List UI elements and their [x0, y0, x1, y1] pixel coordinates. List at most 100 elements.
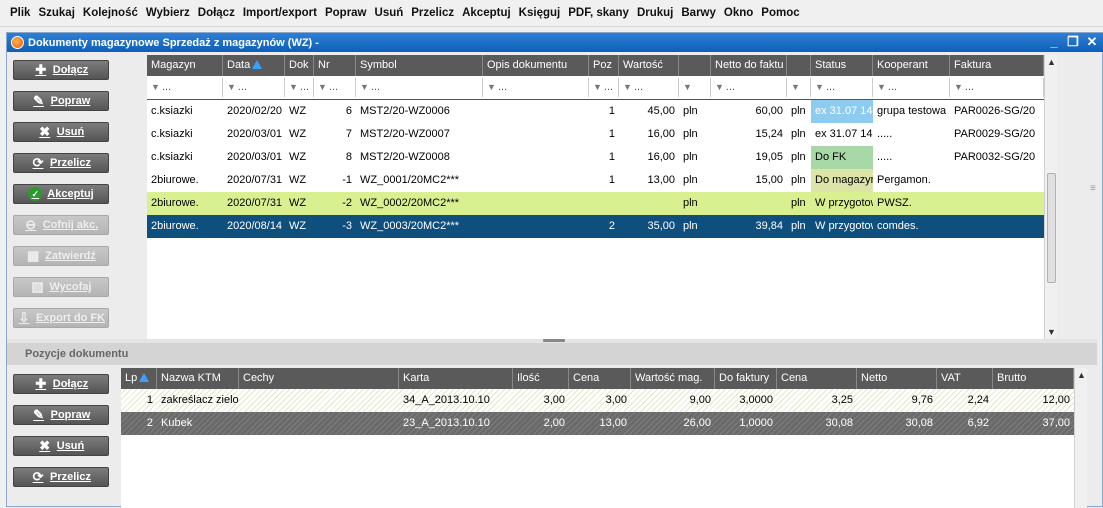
table-cell: pln — [683, 151, 698, 163]
attach-position-button[interactable]: ✚ Dołącz — [13, 374, 109, 394]
column-header-label: VAT — [941, 372, 961, 384]
column-filter[interactable]: ... — [619, 78, 679, 97]
scroll-up-icon[interactable]: ▲ — [1045, 55, 1058, 69]
menu-item-14[interactable]: Okno — [724, 7, 753, 19]
table-cell: pln — [791, 128, 806, 140]
column-header-5[interactable]: Opis dokumentu — [483, 55, 589, 76]
menu-item-15[interactable]: Pomoc — [761, 7, 799, 19]
accept-button[interactable]: ✓ Akceptuj — [13, 184, 109, 204]
approve-button[interactable]: ▦ Zatwierdź — [13, 246, 109, 266]
documents-vscroll[interactable]: ▲ ▼ — [1044, 55, 1057, 339]
column-header-6[interactable]: Poz — [589, 55, 619, 76]
menu-item-4[interactable]: Dołącz — [198, 7, 235, 19]
menu-item-12[interactable]: Drukuj — [637, 7, 673, 19]
attach-button[interactable]: ✚ Dołącz — [13, 60, 109, 80]
positions-column-header-5[interactable]: Cena — [569, 368, 631, 389]
table-row[interactable]: 2biurowe. 2020/07/31 WZ -1 WZ_0001/20MC2*** 1… — [147, 169, 1044, 192]
positions-column-header-0[interactable]: Lp — [121, 368, 157, 389]
column-filter[interactable]: ... — [285, 78, 314, 97]
documents-filter-row: .................................... — [147, 76, 1044, 100]
delete-button[interactable]: ✖ Usuń — [13, 122, 109, 142]
cancel-accept-button[interactable]: ⊖ Cofnij akc. — [13, 215, 109, 235]
edit-button[interactable]: ✎ Popraw — [13, 91, 109, 111]
column-header-label: Brutto — [997, 372, 1027, 384]
menu-item-9[interactable]: Akceptuj — [462, 7, 511, 19]
menu-item-6[interactable]: Popraw — [325, 7, 367, 19]
scroll-thumb[interactable] — [1047, 173, 1056, 283]
column-filter[interactable] — [787, 78, 811, 97]
column-header-10[interactable] — [787, 55, 811, 76]
pencil-icon: ✎ — [33, 407, 45, 422]
column-filter[interactable] — [679, 78, 711, 97]
column-filter[interactable]: ... — [589, 78, 619, 97]
column-filter[interactable]: ... — [223, 78, 285, 97]
table-cell: WZ — [289, 197, 307, 209]
column-header-9[interactable]: Netto do faktu — [711, 55, 787, 76]
positions-column-header-2[interactable]: Cechy — [239, 368, 399, 389]
positions-column-header-7[interactable]: Do faktury — [715, 368, 777, 389]
scroll-up-icon[interactable]: ▲ — [1075, 368, 1088, 382]
positions-cell: 3,00 — [605, 394, 627, 406]
table-row[interactable]: c.ksiazki 2020/03/01 WZ 8 MST2/20-WZ0008 1 16,… — [147, 146, 1044, 169]
window-titlebar[interactable]: Dokumenty magazynowe Sprzedaż z magazynó… — [7, 33, 1103, 52]
positions-column-header-4[interactable]: Ilość — [513, 368, 569, 389]
column-filter[interactable]: ... — [483, 78, 589, 97]
column-filter[interactable]: ... — [711, 78, 787, 97]
close-icon[interactable]: ✕ — [1084, 34, 1100, 50]
restore-icon[interactable]: ❐ — [1065, 34, 1081, 50]
menu-item-5[interactable]: Import/export — [243, 7, 317, 19]
column-header-13[interactable]: Faktura — [950, 55, 1044, 76]
side-grip-icon[interactable]: ≡ — [1090, 183, 1100, 194]
column-header-4[interactable]: Symbol — [356, 55, 483, 76]
menu-item-11[interactable]: PDF, skany — [568, 7, 629, 19]
column-filter[interactable]: ... — [147, 78, 223, 97]
menu-item-2[interactable]: Kolejność — [83, 7, 138, 19]
column-filter[interactable]: ... — [356, 78, 483, 97]
menu-item-0[interactable]: Plik — [10, 7, 30, 19]
table-row[interactable]: 2biurowe. 2020/07/31 WZ -2 WZ_0002/20MC2*** p… — [147, 192, 1044, 215]
table-row[interactable]: c.ksiazki 2020/02/20 WZ 6 MST2/20-WZ0006 1 45,… — [147, 100, 1044, 123]
table-row[interactable]: c.ksiazki 2020/03/01 WZ 7 MST2/20-WZ0007 1 16,… — [147, 123, 1044, 146]
positions-column-header-9[interactable]: Netto — [857, 368, 937, 389]
positions-column-header-11[interactable]: Brutto — [993, 368, 1074, 389]
column-filter[interactable]: ... — [873, 78, 950, 97]
column-header-7[interactable]: Wartość — [619, 55, 679, 76]
scroll-down-icon[interactable]: ▼ — [1045, 325, 1058, 339]
positions-column-header-10[interactable]: VAT — [937, 368, 993, 389]
recalc-button[interactable]: ⟳ Przelicz — [13, 153, 109, 173]
column-header-3[interactable]: Nr — [314, 55, 356, 76]
column-header-2[interactable]: Dok — [285, 55, 314, 76]
menu-item-1[interactable]: Szukaj — [38, 7, 74, 19]
column-header-11[interactable]: Status — [811, 55, 873, 76]
refresh-icon: ⟳ — [32, 155, 44, 170]
column-filter[interactable]: ... — [950, 78, 1044, 97]
positions-column-header-3[interactable]: Karta — [399, 368, 513, 389]
positions-row[interactable]: 2 Kubek 23_A_2013.10.10 2,00 13,00 26,00 1,000… — [121, 412, 1074, 435]
delete-position-button[interactable]: ✖ Usuń — [13, 436, 109, 456]
positions-vscroll[interactable]: ▲ — [1074, 368, 1087, 508]
documents-table-header: Magazyn Data Dok Nr Symbol Opis dokumentu Poz W… — [147, 55, 1044, 76]
table-row[interactable]: 2biurowe. 2020/08/14 WZ -3 WZ_0003/20MC2*** 2… — [147, 215, 1044, 238]
menu-item-8[interactable]: Przelicz — [411, 7, 454, 19]
minimize-icon[interactable]: _ — [1046, 34, 1062, 50]
edit-position-button[interactable]: ✎ Popraw — [13, 405, 109, 425]
menu-item-13[interactable]: Barwy — [681, 7, 716, 19]
column-header-8[interactable] — [679, 55, 711, 76]
export-button[interactable]: ⇩ Export do FK — [13, 308, 109, 328]
column-header-12[interactable]: Kooperant — [873, 55, 950, 76]
recalc-position-button[interactable]: ⟳ Przelicz — [13, 467, 109, 487]
positions-column-header-1[interactable]: Nazwa KTM — [157, 368, 239, 389]
positions-column-header-8[interactable]: Cena — [777, 368, 857, 389]
column-header-1[interactable]: Data — [223, 55, 285, 76]
menu-item-7[interactable]: Usuń — [375, 7, 404, 19]
withdraw-button[interactable]: ▧ Wycofaj — [13, 277, 109, 297]
menu-item-3[interactable]: Wybierz — [146, 7, 190, 19]
column-header-label: Cena — [781, 372, 808, 384]
column-header-0[interactable]: Magazyn — [147, 55, 223, 76]
menu-item-10[interactable]: Księguj — [519, 7, 561, 19]
column-filter[interactable]: ... — [314, 78, 356, 97]
positions-column-header-6[interactable]: Wartość mag. — [631, 368, 715, 389]
table-cell: 2020/02/20 — [227, 105, 283, 117]
column-filter[interactable]: ... — [811, 78, 873, 97]
positions-row[interactable]: 1 zakreślacz zielo 34_A_2013.10.10 3,00 3,00… — [121, 389, 1074, 412]
